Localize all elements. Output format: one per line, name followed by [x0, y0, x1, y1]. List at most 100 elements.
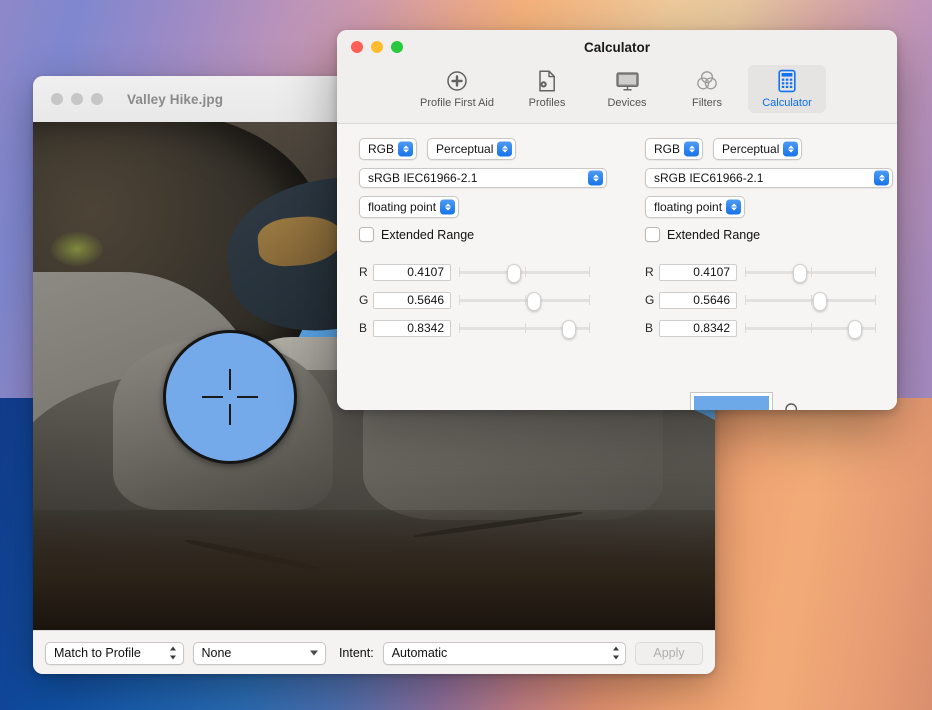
toolbar-item-profile-first-aid[interactable]: Profile First Aid [408, 65, 506, 113]
slider-tick-min [459, 267, 460, 277]
slider-tick-min [745, 295, 746, 305]
left-channel-row-b: B 0.8342 [359, 318, 607, 339]
right-extended-range-row[interactable]: Extended Range [645, 227, 893, 242]
right-channel-value-g[interactable]: 0.5646 [659, 291, 737, 309]
left-channel-value-b[interactable]: 0.8342 [373, 319, 451, 337]
toolbar-item-calculator[interactable]: Calculator [748, 65, 826, 113]
slider-tick-mid [810, 295, 812, 305]
left-profile-popup[interactable]: sRGB IEC61966-2.1 [359, 168, 607, 188]
slider-tick-max [589, 267, 590, 277]
right-channel-value-r[interactable]: 0.4107 [659, 263, 737, 281]
left-number-format-label: floating point [368, 200, 437, 214]
toolbar-label: Devices [607, 97, 647, 109]
toolbar-item-devices[interactable]: Devices [588, 65, 666, 113]
chevron-updown-icon [398, 141, 414, 157]
intent-label: Intent: [338, 646, 374, 660]
calculator-icon [777, 68, 797, 94]
left-rendering-intent-label: Perceptual [436, 142, 494, 156]
right-number-format-popup[interactable]: floating point [645, 196, 746, 218]
calculator-zoom-button[interactable] [391, 41, 403, 53]
search-icon[interactable] [784, 402, 801, 410]
calculator-titlebar[interactable]: Calculator [337, 30, 897, 64]
right-extended-range-checkbox[interactable] [645, 227, 660, 242]
match-to-profile-popup[interactable]: Match to Profile [45, 641, 184, 665]
viewer-zoom-button[interactable] [91, 93, 103, 105]
slider-thumb[interactable] [526, 292, 541, 311]
right-profile-popup[interactable]: sRGB IEC61966-2.1 [645, 168, 893, 188]
right-channel-slider-g[interactable] [745, 291, 876, 311]
slider-thumb[interactable] [506, 264, 521, 283]
toolbar-item-filters[interactable]: Filters [668, 65, 746, 113]
slider-thumb[interactable] [848, 320, 863, 339]
right-channel-name-b: B [645, 321, 654, 335]
slider-tick-mid [810, 267, 812, 277]
photo-shadow-foreground [33, 510, 715, 630]
left-channel-slider-r[interactable] [459, 263, 590, 283]
slider-thumb[interactable] [562, 320, 577, 339]
profile-select-popup[interactable]: None [192, 641, 326, 665]
calculator-window-title: Calculator [583, 39, 651, 55]
left-extended-range-label: Extended Range [381, 227, 475, 242]
intent-select-popup[interactable]: Automatic [382, 641, 626, 665]
left-extended-range-row[interactable]: Extended Range [359, 227, 607, 242]
chevron-updown-icon [440, 199, 456, 215]
left-channel-slider-g[interactable] [459, 291, 590, 311]
calculator-minimize-button[interactable] [371, 41, 383, 53]
right-rendering-intent-label: Perceptual [722, 142, 780, 156]
calculator-traffic-lights[interactable] [351, 41, 403, 53]
left-channel-value-r[interactable]: 0.4107 [373, 263, 451, 281]
right-channel-value-b[interactable]: 0.8342 [659, 319, 737, 337]
slider-tick-max [589, 295, 590, 305]
intent-select-label: Automatic [391, 646, 448, 660]
left-color-space-popup[interactable]: RGB [359, 138, 418, 160]
slider-tick-min [459, 323, 460, 333]
left-profile-label: sRGB IEC61966-2.1 [368, 171, 478, 185]
left-rendering-intent-popup[interactable]: Perceptual [427, 138, 517, 160]
toolbar-label: Filters [692, 97, 722, 109]
toolbar-label: Calculator [762, 97, 812, 109]
colorsync-calculator-window[interactable]: Calculator Profile First Aid Profiles De… [337, 30, 897, 410]
source-color-swatch[interactable] [690, 392, 773, 410]
viewer-traffic-lights[interactable] [51, 93, 103, 105]
left-extended-range-checkbox[interactable] [359, 227, 374, 242]
slider-tick-max [875, 267, 876, 277]
right-channel-sliders: R 0.4107 G 0.5646 B 0.8342 [645, 262, 893, 339]
left-channel-value-g[interactable]: 0.5646 [373, 291, 451, 309]
chevron-updown-icon [588, 170, 603, 186]
toolbar-label: Profiles [528, 97, 566, 109]
viewer-close-button[interactable] [51, 93, 63, 105]
photo-moss-patch [51, 232, 103, 266]
slider-tick-min [745, 323, 746, 333]
right-channel-name-g: G [645, 293, 655, 307]
destination-color-panel: RGB Perceptual sRGB IEC61966-2.1 floatin… [645, 138, 893, 346]
left-channel-slider-b[interactable] [459, 319, 590, 339]
right-rendering-intent-popup[interactable]: Perceptual [713, 138, 803, 160]
slider-thumb[interactable] [812, 292, 827, 311]
chevron-updown-icon [169, 646, 178, 660]
left-channel-row-g: G 0.5646 [359, 290, 607, 311]
left-profile-row: sRGB IEC61966-2.1 [359, 168, 607, 188]
toolbar-label: Profile First Aid [420, 97, 494, 109]
viewer-window-title: Valley Hike.jpg [127, 91, 224, 107]
color-sampler-loupe[interactable] [163, 330, 297, 464]
toolbar-item-profiles[interactable]: Profiles [508, 65, 586, 113]
slider-thumb[interactable] [792, 264, 807, 283]
right-channel-name-r: R [645, 265, 654, 279]
right-channel-row-b: B 0.8342 [645, 318, 893, 339]
viewer-minimize-button[interactable] [71, 93, 83, 105]
left-channel-name-r: R [359, 265, 368, 279]
left-number-format-row: floating point [359, 196, 607, 218]
chevron-updown-icon [783, 141, 799, 157]
chevron-updown-icon [726, 199, 742, 215]
slider-tick-mid [524, 267, 526, 277]
chevron-updown-icon [684, 141, 700, 157]
venn-circles-icon [695, 68, 719, 94]
right-color-space-popup[interactable]: RGB [645, 138, 704, 160]
right-channel-slider-b[interactable] [745, 319, 876, 339]
plus-circle-icon [446, 68, 468, 94]
right-channel-slider-r[interactable] [745, 263, 876, 283]
apply-button[interactable]: Apply [635, 641, 703, 665]
profile-select-label: None [201, 646, 232, 660]
calculator-close-button[interactable] [351, 41, 363, 53]
left-number-format-popup[interactable]: floating point [359, 196, 460, 218]
